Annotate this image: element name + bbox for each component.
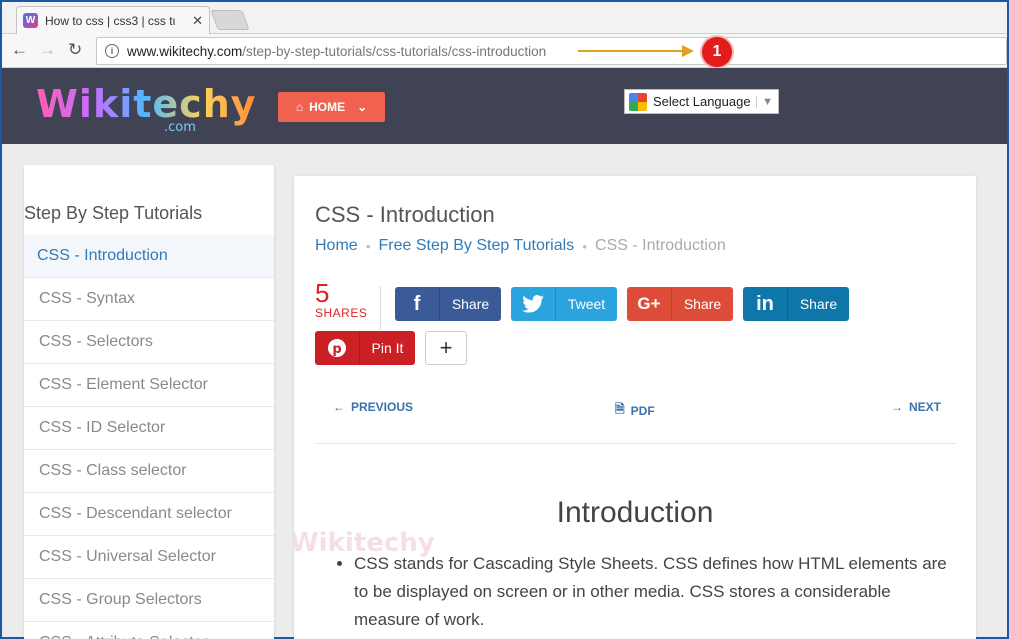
close-icon[interactable]: ✕ <box>192 13 203 29</box>
facebook-share-button[interactable]: f Share <box>395 287 501 321</box>
home-menu-button[interactable]: ⌂ HOME ⌄ <box>278 92 385 122</box>
sidebar-title: Step By Step Tutorials <box>24 203 203 223</box>
googleplus-icon: G+ <box>637 294 661 313</box>
sidebar-item-group-selectors[interactable]: CSS - Group Selectors <box>24 579 274 622</box>
pinterest-pin-label: Pin It <box>359 331 415 365</box>
forward-arrow-icon[interactable]: → <box>39 40 56 60</box>
sidebar-item-universal-selector[interactable]: CSS - Universal Selector <box>24 536 274 579</box>
site-header: Wikitechy .com ⌂ HOME ⌄ Select Language … <box>2 68 1007 144</box>
address-bar[interactable]: i www.wikitechy.com/step-by-step-tutoria… <box>96 37 1007 65</box>
wikitechy-favicon-icon: W <box>23 13 38 28</box>
introduction-list: CSS stands for Cascading Style Sheets. C… <box>334 550 959 634</box>
share-divider <box>380 286 381 330</box>
twitter-bird-icon <box>511 287 555 321</box>
sidebar-item-descendant-selector[interactable]: CSS - Descendant selector <box>24 493 274 536</box>
tutorial-pager: ← PREVIOUS 🗎 PDF → NEXT <box>315 400 956 430</box>
annotation-arrow-icon <box>578 45 694 57</box>
chevron-down-icon: ⌄ <box>357 100 368 114</box>
sidebar-item-css-introduction[interactable]: CSS - Introduction <box>24 235 274 278</box>
url-host: www.wikitechy.com <box>127 43 243 59</box>
share-count-number: 5 <box>315 278 330 308</box>
home-label: HOME <box>309 100 346 114</box>
sidebar-item-attribute-selector[interactable]: CSS - Attribute Selector <box>24 622 274 639</box>
annotation-badge: 1 <box>702 37 732 67</box>
info-icon[interactable]: i <box>105 44 119 58</box>
svg-text:p: p <box>332 342 341 357</box>
sidebar-item-css-selectors[interactable]: CSS - Selectors <box>24 321 274 364</box>
page-title: CSS - Introduction <box>315 202 495 227</box>
share-count-label: SHARES <box>315 306 368 320</box>
breadcrumb-separator-icon: ● <box>365 241 371 251</box>
url-path: /step-by-step-tutorials/css-tutorials/cs… <box>242 43 547 59</box>
facebook-icon: f <box>413 292 421 315</box>
introduction-heading: Introduction <box>556 496 714 529</box>
next-label: NEXT <box>908 400 941 414</box>
pinterest-icon: p <box>315 331 359 365</box>
next-link[interactable]: → NEXT <box>891 400 941 414</box>
language-select[interactable]: Select Language ▼ <box>624 89 779 114</box>
browser-toolbar: ← → ↻ i www.wikitechy.com/step-by-step-t… <box>2 34 1007 68</box>
site-logo-sub: .com <box>164 120 196 135</box>
content-divider <box>315 443 956 444</box>
google-translate-icon <box>629 92 647 111</box>
breadcrumb-home-link[interactable]: Home <box>315 237 358 255</box>
browser-tab[interactable]: W How to css | css3 | css tut ✕ <box>16 6 210 34</box>
pdf-link[interactable]: 🗎 PDF <box>615 400 655 421</box>
pdf-label: PDF <box>630 403 655 418</box>
linkedin-share-button[interactable]: in Share <box>743 287 849 321</box>
new-tab-button[interactable] <box>210 10 250 30</box>
facebook-share-label: Share <box>439 287 501 321</box>
language-label: Select Language <box>653 94 751 109</box>
introduction-paragraph: CSS stands for Cascading Style Sheets. C… <box>354 550 959 634</box>
twitter-tweet-button[interactable]: Tweet <box>511 287 617 321</box>
sidebar-item-id-selector[interactable]: CSS - ID Selector <box>24 407 274 450</box>
dropdown-arrow-icon: ▼ <box>756 95 778 108</box>
reload-icon[interactable]: ↻ <box>68 40 82 60</box>
pdf-file-icon: 🗎 <box>615 402 625 416</box>
linkedin-icon: in <box>756 292 774 315</box>
breadcrumb: Home ● Free Step By Step Tutorials ● CSS… <box>315 237 726 255</box>
tutorial-sidebar: Step By Step Tutorials CSS - Introductio… <box>24 165 274 639</box>
more-share-plus-button[interactable]: + <box>425 331 467 365</box>
site-logo[interactable]: Wikitechy <box>36 82 257 126</box>
twitter-tweet-label: Tweet <box>555 287 617 321</box>
linkedin-share-label: Share <box>787 287 849 321</box>
arrow-right-icon: → <box>890 400 903 414</box>
main-content-card: CSS - Introduction Home ● Free Step By S… <box>294 176 976 639</box>
plus-icon: + <box>439 335 453 360</box>
googleplus-share-label: Share <box>671 287 733 321</box>
previous-label: PREVIOUS <box>351 400 414 414</box>
previous-link[interactable]: ← PREVIOUS <box>333 400 413 414</box>
sidebar-item-css-syntax[interactable]: CSS - Syntax <box>24 278 274 321</box>
breadcrumb-parent-link[interactable]: Free Step By Step Tutorials <box>379 237 575 255</box>
googleplus-share-button[interactable]: G+ Share <box>627 287 733 321</box>
tab-title: How to css | css3 | css tut <box>45 13 175 28</box>
pinterest-pin-button[interactable]: p Pin It <box>315 331 415 365</box>
sidebar-item-class-selector[interactable]: CSS - Class selector <box>24 450 274 493</box>
home-icon: ⌂ <box>295 100 304 114</box>
sidebar-item-element-selector[interactable]: CSS - Element Selector <box>24 364 274 407</box>
sidebar-list: CSS - Introduction CSS - Syntax CSS - Se… <box>24 235 274 639</box>
arrow-left-icon: ← <box>333 400 345 414</box>
browser-tabstrip: W How to css | css3 | css tut ✕ <box>2 2 1007 34</box>
breadcrumb-separator-icon: ● <box>582 241 588 251</box>
back-arrow-icon[interactable]: ← <box>11 40 28 60</box>
breadcrumb-current: CSS - Introduction <box>595 237 726 254</box>
share-count: 5 SHARES <box>315 280 367 320</box>
